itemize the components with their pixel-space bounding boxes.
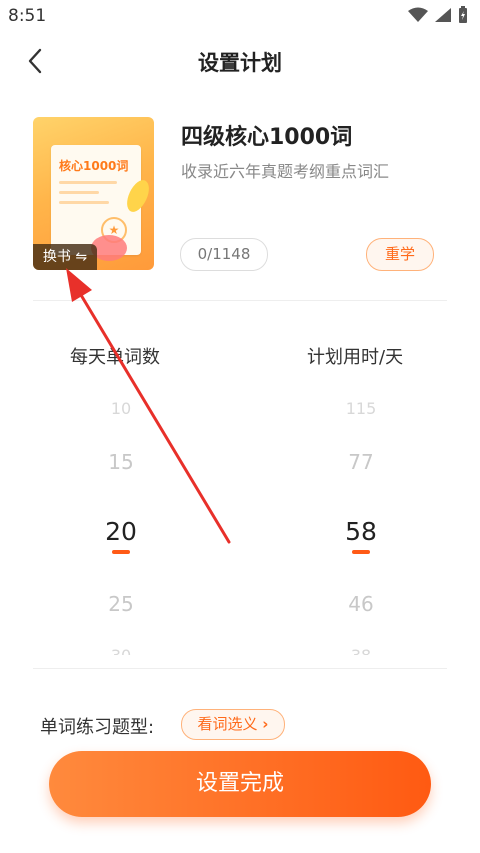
cover-title: 核心1000词 — [59, 159, 129, 173]
picker-option[interactable]: 38 — [301, 646, 421, 655]
chevron-right-icon: › — [262, 715, 269, 733]
done-button[interactable]: 设置完成 — [49, 751, 431, 817]
picker-option[interactable]: 25 — [61, 592, 181, 616]
plan-days-picker[interactable]: 115 77 58 46 38 — [301, 390, 421, 655]
practice-type-label: 单词练习题型: — [40, 717, 155, 738]
picker-option[interactable]: 115 — [301, 399, 421, 418]
signal-icon — [435, 8, 451, 22]
wifi-icon — [408, 7, 428, 22]
practice-type-value: 看词选义 — [197, 715, 258, 733]
divider — [33, 300, 447, 301]
daily-words-label: 每天单词数 — [70, 347, 160, 368]
book-cover[interactable]: 核心1000词 ★ 换书 ⇋ — [33, 117, 154, 270]
selection-indicator — [352, 550, 370, 554]
picker-option[interactable]: 77 — [301, 450, 421, 474]
plan-days-label: 计划用时/天 — [307, 347, 404, 368]
picker-option-selected[interactable]: 20 — [61, 517, 181, 546]
book-name: 四级核心1000词 — [181, 125, 353, 150]
practice-type-button[interactable]: 看词选义 › — [181, 709, 285, 740]
status-icons — [408, 6, 468, 24]
divider — [33, 668, 447, 669]
relearn-button[interactable]: 重学 — [366, 238, 434, 271]
progress-badge: 0/1148 — [180, 238, 268, 271]
battery-icon — [459, 6, 467, 23]
page-title: 设置计划 — [198, 51, 282, 75]
picker-option[interactable]: 15 — [61, 450, 181, 474]
picker-option[interactable]: 10 — [61, 399, 181, 418]
daily-words-picker[interactable]: 10 15 20 25 30 — [61, 390, 181, 655]
picker-option[interactable]: 30 — [61, 646, 181, 655]
picker-option-selected[interactable]: 58 — [301, 517, 421, 546]
picker-option[interactable]: 46 — [301, 592, 421, 616]
book-description: 收录近六年真题考纲重点词汇 — [181, 162, 390, 181]
status-time: 8:51 — [8, 6, 47, 26]
swap-book-button[interactable]: 换书 ⇋ — [33, 244, 97, 270]
selection-indicator — [112, 550, 130, 554]
